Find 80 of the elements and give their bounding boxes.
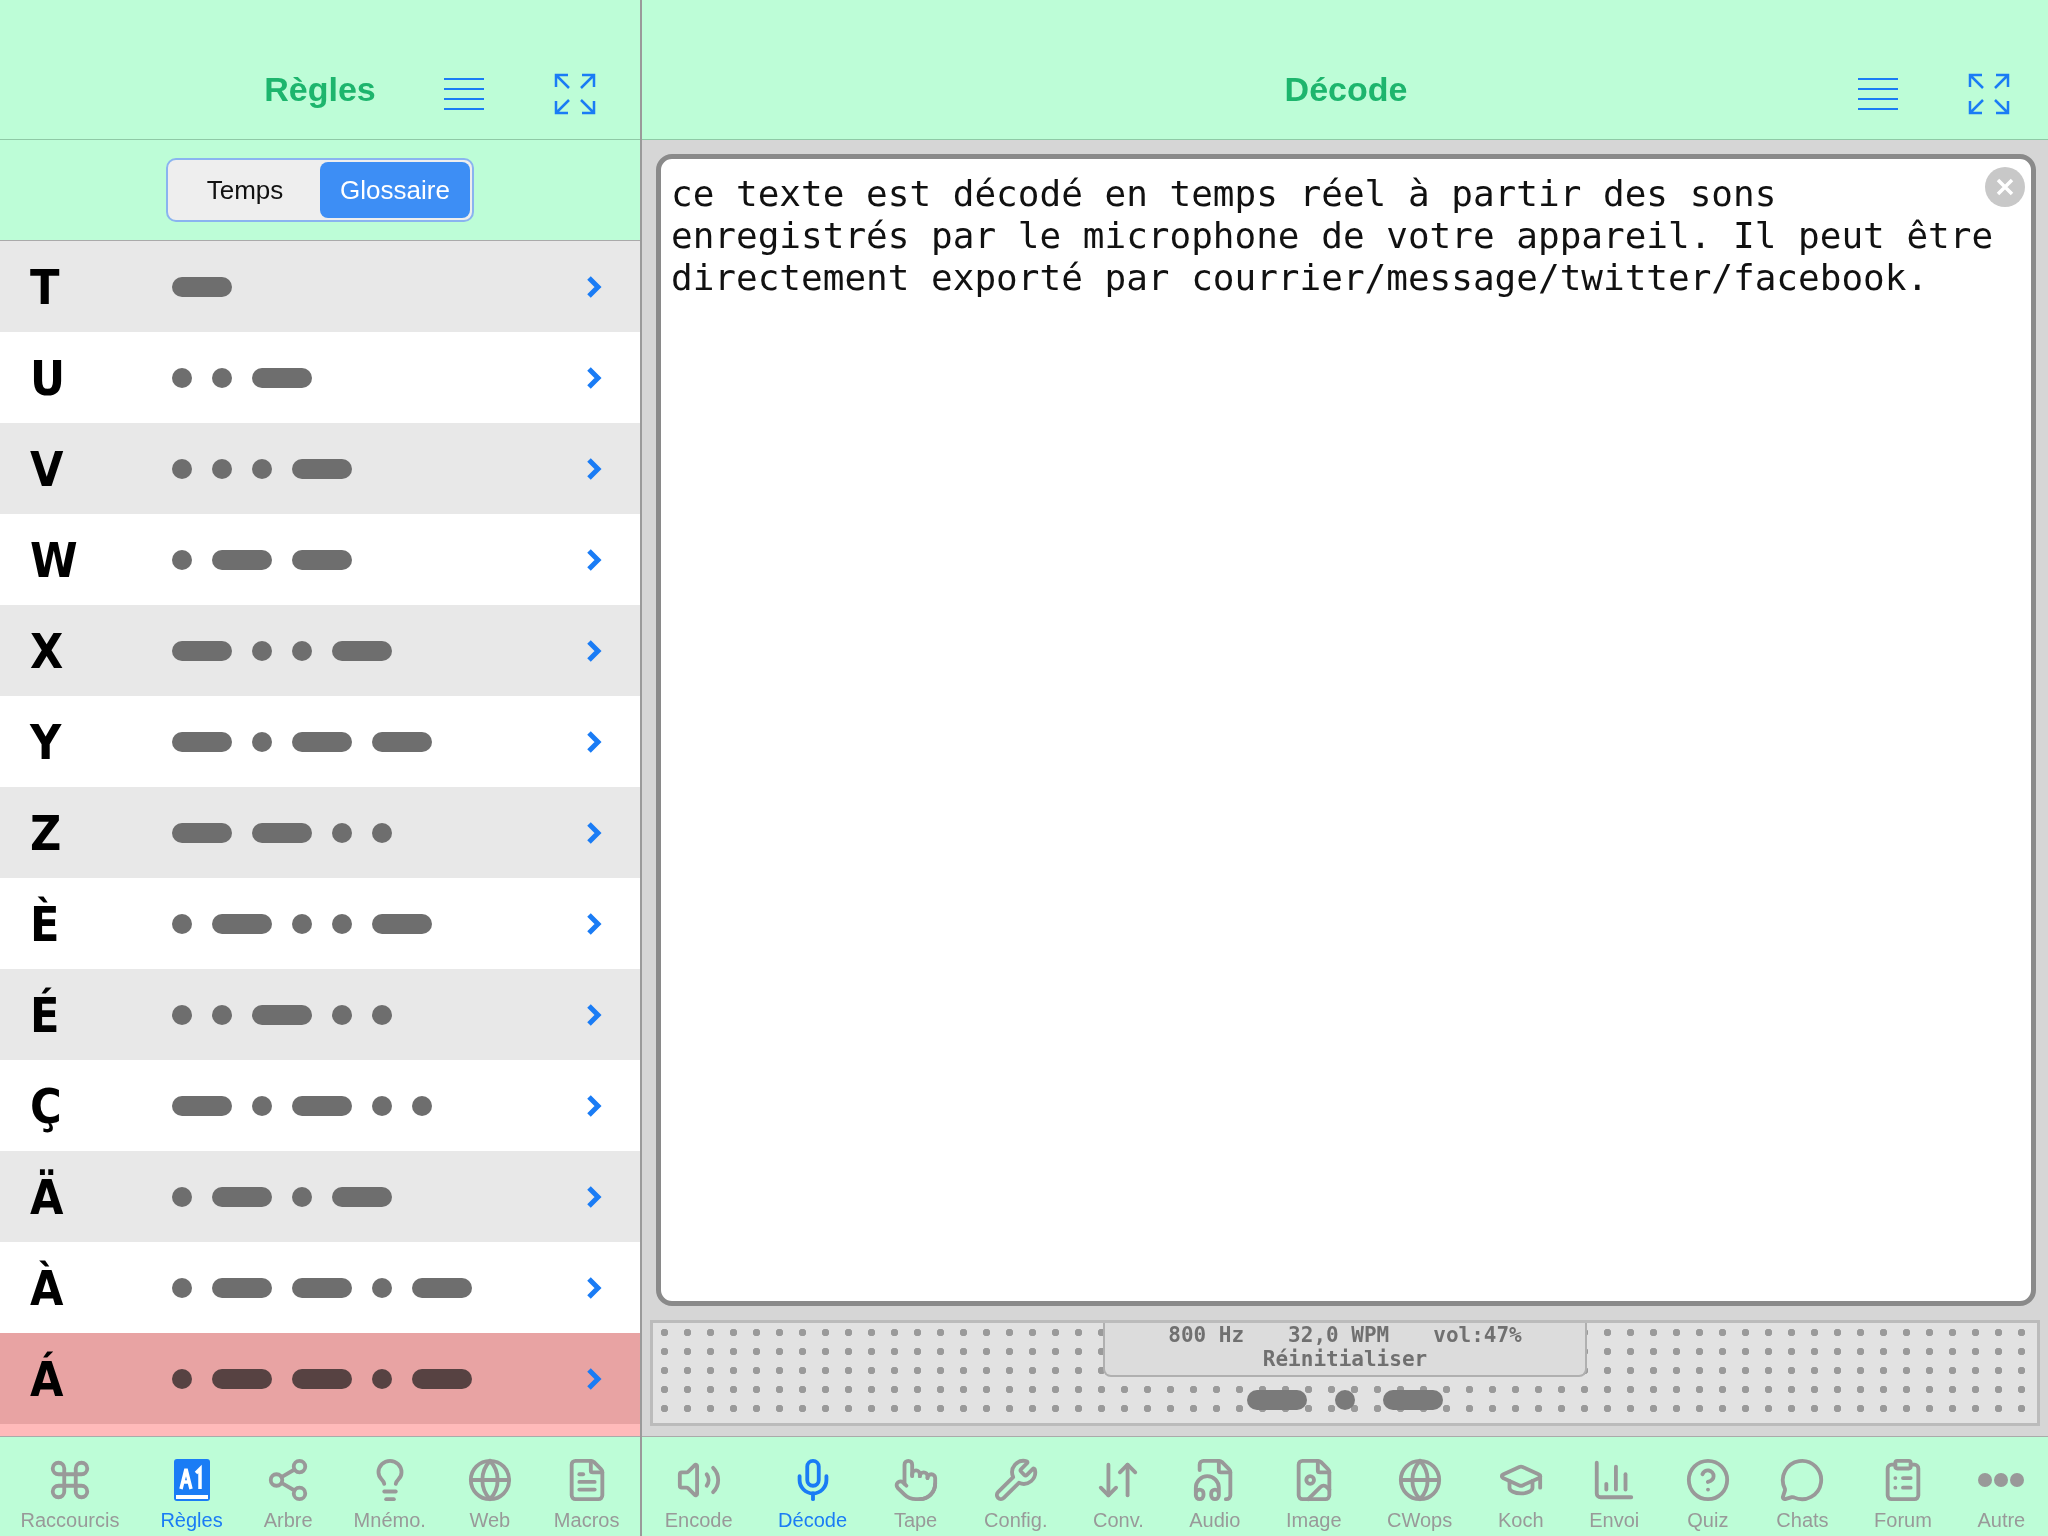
letter: Á — [30, 1350, 65, 1407]
reset-button[interactable]: Réinitialiser — [1262, 1347, 1428, 1371]
tab-bar-item[interactable]: Forum — [1874, 1457, 1932, 1532]
letter: È — [30, 895, 61, 952]
globe-icon — [1396, 1457, 1443, 1503]
tab-bar-item[interactable]: Autre — [1977, 1457, 2026, 1532]
chevron-right-icon — [586, 638, 602, 663]
glossary-row[interactable]: T — [0, 241, 640, 332]
tab-bar-item[interactable]: Arbre — [263, 1457, 313, 1532]
close-icon — [1995, 177, 2015, 197]
chevron-right-icon — [586, 547, 602, 572]
segment-button[interactable]: Temps — [170, 162, 320, 218]
pane-title: Règles — [264, 70, 376, 109]
segment-button[interactable]: Glossaire — [320, 162, 470, 218]
letter: Y — [30, 713, 63, 770]
tab-bar-item[interactable]: Quiz — [1684, 1457, 1731, 1532]
tab-bar-item[interactable]: Macros — [553, 1457, 620, 1532]
glossary-row[interactable]: V — [0, 423, 640, 514]
expand-button[interactable] — [1968, 73, 2010, 115]
glossary-row[interactable]: X — [0, 605, 640, 696]
volume-reading: vol:47% — [1433, 1323, 1522, 1347]
frequency-reading: 800 Hz — [1168, 1323, 1245, 1347]
tab-bar-item[interactable]: Config. — [984, 1457, 1048, 1532]
tab-bar-item[interactable]: Règles — [160, 1457, 223, 1532]
menu-button[interactable] — [1856, 77, 1900, 111]
expand-icon — [554, 73, 596, 115]
tab-bar-item[interactable]: Image — [1285, 1457, 1342, 1532]
tab-bar-item[interactable]: Encode — [664, 1457, 733, 1532]
chevron-right-icon — [586, 729, 602, 754]
hand-pointer-icon — [892, 1457, 939, 1503]
chevron-right-icon — [586, 1002, 602, 1027]
letter: À — [30, 1259, 65, 1316]
tab-bar-item[interactable]: Raccourcis — [20, 1457, 120, 1532]
letter: T — [30, 258, 61, 315]
letter: Ä — [30, 1168, 65, 1225]
letter: É — [30, 986, 61, 1043]
chevron-right-icon — [586, 1275, 602, 1300]
tab-bar-item[interactable]: Décode — [778, 1457, 848, 1532]
chevron-right-icon — [586, 456, 602, 481]
tab-bar-item[interactable]: Audio — [1189, 1457, 1241, 1532]
decoded-text-area[interactable]: ce texte est décodé en temps réel à partir des sons enregistrés par le microphone de votre appareil. Il peut être directement exporté par courrier/message/twitter/facebook. — [656, 154, 2036, 1306]
glossary-row[interactable]: Z — [0, 787, 640, 878]
letter: Ç — [30, 1077, 63, 1134]
tab-bar-item[interactable]: Tape — [892, 1457, 939, 1532]
tools-icon — [992, 1457, 1039, 1503]
menu-icon — [1856, 77, 1900, 111]
letter: Z — [30, 804, 63, 861]
tab-bar-item[interactable]: CWops — [1387, 1457, 1453, 1532]
glossary-row[interactable]: Á — [0, 1333, 640, 1424]
letter: V — [30, 440, 65, 497]
chevron-right-icon — [586, 820, 602, 845]
chevron-right-icon — [586, 1184, 602, 1209]
glossary-row[interactable]: É — [0, 969, 640, 1060]
expand-icon — [1968, 73, 2010, 115]
chevron-right-icon — [586, 365, 602, 390]
expand-button[interactable] — [554, 73, 596, 115]
tab-bar-item[interactable]: Koch — [1497, 1457, 1544, 1532]
letter: U — [30, 349, 67, 406]
chevron-right-icon — [586, 1366, 602, 1391]
globe-icon — [466, 1457, 513, 1503]
chat-icon — [1779, 1457, 1826, 1503]
book-icon — [171, 1457, 212, 1503]
menu-button[interactable] — [442, 77, 486, 111]
tab-bar-item[interactable]: Web — [466, 1457, 513, 1532]
chevron-right-icon — [586, 911, 602, 936]
tab-bar-item[interactable]: Conv. — [1092, 1457, 1144, 1532]
pane-title: Décode — [1284, 70, 1408, 109]
question-icon — [1684, 1457, 1731, 1503]
more-icon — [1978, 1473, 2025, 1487]
decoded-text: ce texte est décodé en temps réel à partir des sons enregistrés par le microphone de votre appareil. Il peut être directement exporté par courrier/message/twitter/facebook. — [671, 173, 1994, 298]
speed-reading: 32,0 WPM — [1288, 1323, 1390, 1347]
tab-bar-item[interactable]: Envoi — [1589, 1457, 1640, 1532]
letter: X — [30, 622, 65, 679]
chevron-right-icon — [586, 1093, 602, 1118]
menu-icon — [442, 77, 486, 111]
chevron-right-icon — [586, 274, 602, 299]
glossary-row[interactable]: Ä — [0, 1151, 640, 1242]
letter: W — [30, 531, 79, 588]
tab-bar-item[interactable]: Mnémo. — [353, 1457, 426, 1532]
tab-bar-item[interactable]: Chats — [1776, 1457, 1829, 1532]
